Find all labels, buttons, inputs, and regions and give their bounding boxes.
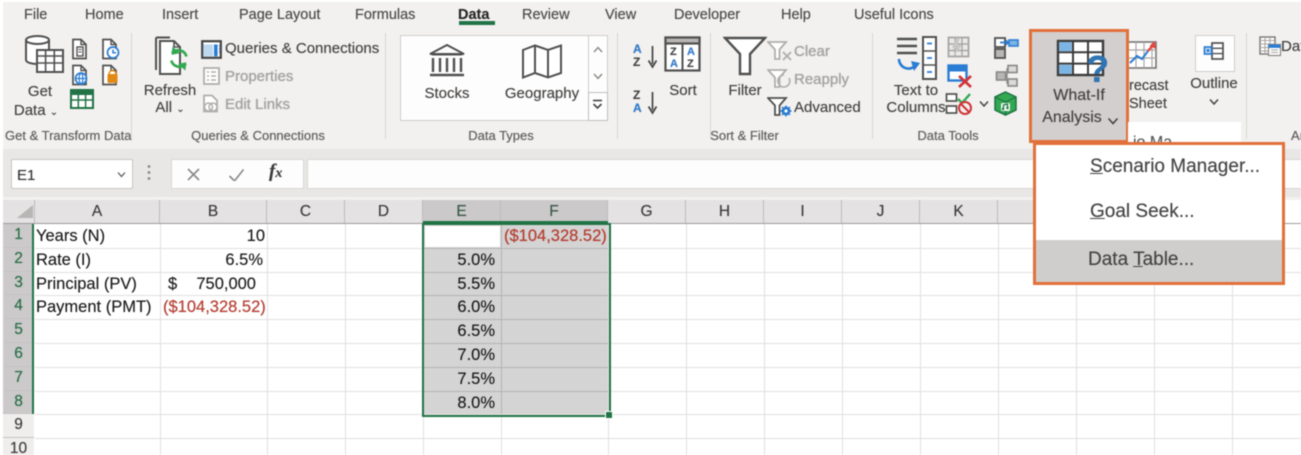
- svg-text:A: A: [687, 46, 695, 58]
- svg-text:A: A: [670, 58, 678, 70]
- svg-text:Z: Z: [670, 46, 677, 58]
- svg-text:Z: Z: [687, 58, 694, 70]
